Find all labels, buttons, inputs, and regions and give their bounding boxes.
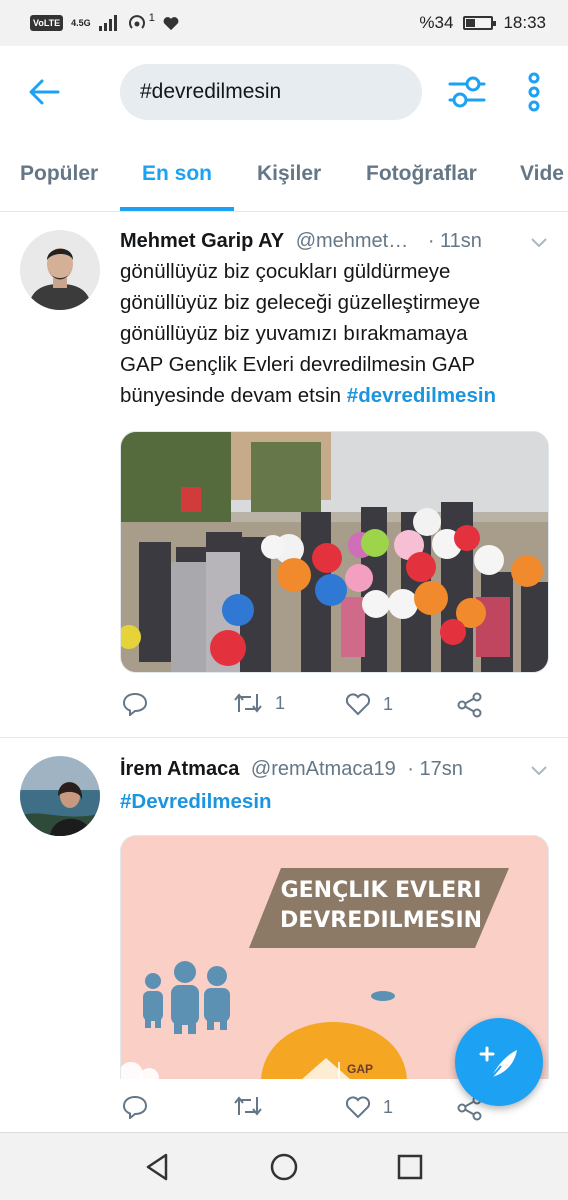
volte-badge: VoLTE [30, 15, 64, 31]
avatar[interactable] [20, 756, 100, 836]
avatar[interactable] [20, 230, 100, 310]
retweet-button[interactable]: 1 [233, 692, 285, 714]
tab-photos[interactable]: Fotoğraflar [366, 162, 477, 186]
hashtag-link[interactable]: #Devredilmesin [120, 790, 272, 813]
reply-button[interactable] [122, 692, 148, 716]
battery-percent: %34 [419, 13, 454, 32]
compose-tweet-button[interactable] [455, 1018, 543, 1106]
like-count: 1 [383, 1096, 394, 1117]
author-name[interactable]: Mehmet Garip AY [120, 230, 284, 252]
tweet-text-line: gönüllüyüz biz yuvamızı bırakmamaya [120, 322, 468, 345]
battery-icon [463, 16, 497, 30]
hotspot-icon [128, 15, 145, 29]
like-count: 1 [383, 693, 394, 714]
nav-back-icon[interactable] [142, 1151, 174, 1183]
filter-sliders-icon[interactable] [448, 74, 486, 110]
search-header: #devredilmesin [0, 46, 568, 138]
image-caption: GENÇLIK EVLERI DEVREDILMESIN [271, 876, 491, 936]
heart-icon [345, 1096, 371, 1119]
tweet-text-line: bünyesinde devam etsin #devredilmesin [120, 380, 550, 411]
tweet-actions: 1 1 [120, 692, 550, 722]
tab-people[interactable]: Kişiler [257, 162, 321, 186]
hashtag-link[interactable]: #devredilmesin [347, 384, 496, 407]
system-navigation-bar [0, 1132, 568, 1200]
tab-videos[interactable]: Vide [520, 162, 564, 186]
network-type: 4.5G [71, 17, 91, 28]
active-tab-indicator [120, 207, 234, 211]
nav-recents-icon[interactable] [394, 1151, 426, 1183]
tweet-text: gönüllüyüz biz çocukları güldürmeye gönü… [120, 256, 550, 411]
tweet-header: İrem Atmaca @remAtmaca19 · 17sn [120, 758, 463, 781]
chevron-down-icon[interactable] [530, 237, 548, 249]
search-query: #devredilmesin [140, 80, 282, 103]
author-name[interactable]: İrem Atmaca [120, 758, 239, 780]
nav-home-icon[interactable] [268, 1151, 300, 1183]
tweet-photo[interactable] [120, 431, 549, 673]
signal-icon [98, 15, 117, 31]
status-bar: VoLTE 4.5G 1 %34 18:33 [0, 0, 568, 46]
tweet-time: · 11sn [427, 230, 482, 252]
heart-icon [345, 693, 371, 716]
tweet-text-line: gönüllüyüz biz çocukları güldürmeye [120, 260, 451, 283]
tweet-text: #Devredilmesin [120, 786, 550, 817]
retweet-icon [234, 1096, 262, 1116]
like-button[interactable]: 1 [345, 1095, 393, 1119]
tab-popular[interactable]: Popüler [20, 162, 98, 186]
image-caption-line: GENÇLIK EVLERI [280, 878, 482, 903]
share-icon [457, 692, 482, 718]
more-options-icon[interactable] [520, 72, 548, 112]
author-handle: @mehmet… [295, 230, 409, 252]
like-button[interactable]: 1 [345, 692, 393, 716]
tweet-text-line: GAP Gençlik Evleri devredilmesin GAP [120, 353, 476, 376]
gap-logo-text: GAP [347, 1062, 374, 1076]
tweet-header: Mehmet Garip AY @mehmet… · 11sn [120, 230, 482, 253]
notification-count: 1 [148, 12, 155, 24]
tab-latest[interactable]: En son [142, 162, 212, 186]
tweet-text-line: gönüllüyüz biz geleceği güzelleştirmeye [120, 291, 481, 314]
search-tabs: Popüler En son Kişiler Fotoğraflar Vide [0, 138, 568, 212]
retweet-count: 1 [275, 692, 286, 713]
author-handle: @remAtmaca19 [250, 758, 396, 780]
reply-button[interactable] [122, 1095, 148, 1119]
tweet-text-segment: bünyesinde devam etsin [120, 384, 342, 407]
image-caption-line: DEVREDILMESIN [279, 908, 483, 933]
reply-icon [122, 692, 148, 716]
chevron-down-icon[interactable] [530, 765, 548, 777]
reply-icon [122, 1095, 148, 1119]
tweet-time: · 17sn [407, 758, 463, 780]
heart-status-icon [163, 16, 179, 30]
share-button[interactable] [457, 692, 483, 718]
retweet-icon [234, 693, 262, 713]
compose-quill-icon [479, 1046, 517, 1079]
clock: 18:33 [503, 13, 546, 32]
search-input[interactable]: #devredilmesin [120, 64, 422, 120]
back-arrow-icon[interactable] [28, 78, 60, 106]
retweet-button[interactable] [233, 1095, 263, 1117]
tweet[interactable]: Mehmet Garip AY @mehmet… · 11sn gönüllüy… [0, 212, 568, 737]
